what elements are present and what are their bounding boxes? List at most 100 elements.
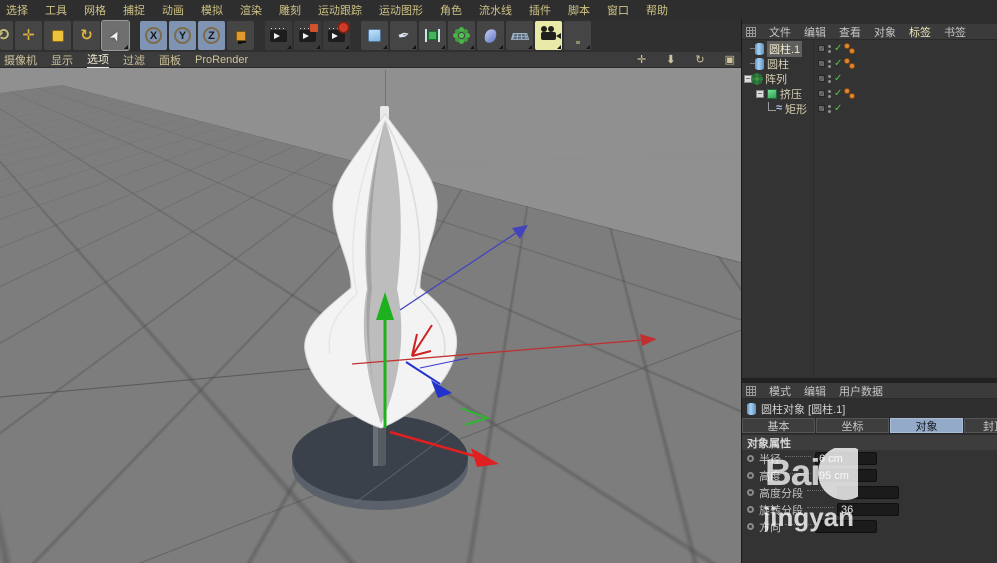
spline-pen-button[interactable]: ✒ xyxy=(390,21,417,50)
am-menu-edit[interactable]: 编辑 xyxy=(804,383,826,399)
scale-button[interactable] xyxy=(44,21,71,50)
menu-select[interactable]: 选择 xyxy=(6,2,28,18)
menu-motion-tracker[interactable]: 运动跟踪 xyxy=(318,2,362,18)
move-button[interactable]: ✛ xyxy=(15,21,42,50)
main-menu-bar: 选择 工具 网格 捕捉 动画 模拟 渲染 雕刻 运动跟踪 运动图形 角色 流水线… xyxy=(0,0,997,19)
vp-menu-prorender[interactable]: ProRender xyxy=(195,54,248,66)
keyframe-ring-icon[interactable] xyxy=(747,506,754,513)
attribute-tabs: 基本 坐标 对象 封顶 xyxy=(742,418,997,434)
tab-basic[interactable]: 基本 xyxy=(742,418,815,433)
menu-mesh[interactable]: 网格 xyxy=(84,2,106,18)
menu-render[interactable]: 渲染 xyxy=(240,2,262,18)
height-segments-input[interactable] xyxy=(837,486,899,499)
tab-caps[interactable]: 封顶 xyxy=(964,418,997,433)
radius-input[interactable]: 6 cm xyxy=(815,452,877,465)
render-view-icon xyxy=(270,30,287,42)
keyframe-ring-icon[interactable] xyxy=(747,489,754,496)
vp-menu-filter[interactable]: 过滤 xyxy=(123,52,145,68)
collapse-toggle[interactable]: − xyxy=(756,90,764,98)
tab-coordinates[interactable]: 坐标 xyxy=(816,418,889,433)
tree-row-cylinder1[interactable]: 圆柱.1 ✓ xyxy=(742,41,997,56)
vp-menu-panel[interactable]: 面板 xyxy=(159,52,181,68)
live-selection-button[interactable]: ➤ xyxy=(102,21,129,50)
menu-simulate[interactable]: 模拟 xyxy=(201,2,223,18)
scene-overlay xyxy=(0,68,741,563)
rotation-segments-input[interactable]: 36 xyxy=(837,503,899,516)
cube-icon xyxy=(368,29,381,42)
render-settings-button[interactable] xyxy=(323,21,350,50)
render-view-button[interactable] xyxy=(265,21,292,50)
om-menu-view[interactable]: 查看 xyxy=(839,24,861,40)
tree-row-array[interactable]: − 阵列 ✓ xyxy=(742,71,997,86)
tree-row-extrude[interactable]: − 挤压 ✓ xyxy=(742,86,997,101)
prop-row-height: 高度 95 cm xyxy=(742,467,997,484)
tree-row-cylinder[interactable]: 圆柱 ✓ xyxy=(742,56,997,71)
coordinate-system-icon xyxy=(236,31,246,41)
viewport-pan-icon[interactable]: ✛ xyxy=(637,53,646,66)
om-menu-tags[interactable]: 标签 xyxy=(909,24,931,40)
vp-menu-cameras[interactable]: 摄像机 xyxy=(4,52,37,68)
y-axis-icon: Y xyxy=(174,27,191,44)
om-menu-file[interactable]: 文件 xyxy=(769,24,791,40)
viewport-orbit-icon[interactable]: ↻ xyxy=(695,53,704,66)
menu-animate[interactable]: 动画 xyxy=(162,2,184,18)
object-tree: 圆柱.1 ✓ 圆柱 ✓ − 阵列 ✓ − 挤压 ✓ ≈ 矩形 xyxy=(742,40,997,378)
panel-grip-icon[interactable] xyxy=(746,386,756,396)
subdivision-surface-button[interactable] xyxy=(419,21,446,50)
add-camera-button[interactable] xyxy=(535,21,562,50)
am-menu-userdata[interactable]: 用户数据 xyxy=(839,383,883,399)
menu-character[interactable]: 角色 xyxy=(440,2,462,18)
tree-row-rectangle[interactable]: ≈ 矩形 ✓ xyxy=(742,101,997,116)
add-cube-button[interactable] xyxy=(361,21,388,50)
om-menu-edit[interactable]: 编辑 xyxy=(804,24,826,40)
add-light-button[interactable] xyxy=(564,21,591,50)
z-axis-icon: Z xyxy=(203,27,220,44)
menu-mograph[interactable]: 运动图形 xyxy=(379,2,423,18)
x-axis-icon: X xyxy=(145,27,162,44)
environment-button[interactable] xyxy=(506,21,533,50)
viewport-toggle-icon[interactable]: ▣ xyxy=(725,53,735,66)
render-settings-icon xyxy=(328,30,345,42)
am-menu-mode[interactable]: 模式 xyxy=(769,383,791,399)
tab-object[interactable]: 对象 xyxy=(890,418,963,433)
keyframe-ring-icon[interactable] xyxy=(747,523,754,530)
menu-snap[interactable]: 捕捉 xyxy=(123,2,145,18)
vp-menu-options[interactable]: 选项 xyxy=(87,51,109,68)
light-icon xyxy=(573,31,583,41)
coordinate-system-button[interactable] xyxy=(227,21,254,50)
render-picture-viewer-button[interactable] xyxy=(294,21,321,50)
menu-pipeline[interactable]: 流水线 xyxy=(479,2,512,18)
lock-y-axis-button[interactable]: Y xyxy=(169,21,196,50)
undo-button[interactable]: ⟲ xyxy=(0,21,13,50)
lock-x-axis-button[interactable]: X xyxy=(140,21,167,50)
viewport-dolly-icon[interactable]: ⬇ xyxy=(666,53,675,66)
phong-tag[interactable] xyxy=(844,88,858,100)
cylinder-icon xyxy=(755,58,764,70)
render-picture-viewer-icon xyxy=(299,30,316,42)
vp-menu-display[interactable]: 显示 xyxy=(51,52,73,68)
menu-tools[interactable]: 工具 xyxy=(45,2,67,18)
main-toolbar: ⟲ ✛ ↻ ➤ X Y Z ✒ xyxy=(0,19,741,52)
keyframe-ring-icon[interactable] xyxy=(747,455,754,462)
deformer-button[interactable] xyxy=(477,21,504,50)
rotate-button[interactable]: ↻ xyxy=(73,21,100,50)
collapse-toggle[interactable]: − xyxy=(744,75,752,83)
menu-script[interactable]: 脚本 xyxy=(568,2,590,18)
lock-z-axis-button[interactable]: Z xyxy=(198,21,225,50)
panel-grip-icon[interactable] xyxy=(746,27,756,37)
om-menu-objects[interactable]: 对象 xyxy=(874,24,896,40)
array-generator-button[interactable] xyxy=(448,21,475,50)
phong-tag[interactable] xyxy=(844,43,858,55)
viewport-3d[interactable] xyxy=(0,68,741,563)
keyframe-ring-icon[interactable] xyxy=(747,472,754,479)
object-manager-menu: 文件 编辑 查看 对象 标签 书签 xyxy=(742,24,997,40)
menu-help[interactable]: 帮助 xyxy=(646,2,668,18)
undo-icon: ⟲ xyxy=(0,28,9,44)
menu-plugins[interactable]: 插件 xyxy=(529,2,551,18)
menu-sculpt[interactable]: 雕刻 xyxy=(279,2,301,18)
phong-tag[interactable] xyxy=(844,58,858,70)
om-menu-bookmarks[interactable]: 书签 xyxy=(944,24,966,40)
menu-window[interactable]: 窗口 xyxy=(607,2,629,18)
orientation-input[interactable] xyxy=(815,520,877,533)
height-input[interactable]: 95 cm xyxy=(815,469,877,482)
